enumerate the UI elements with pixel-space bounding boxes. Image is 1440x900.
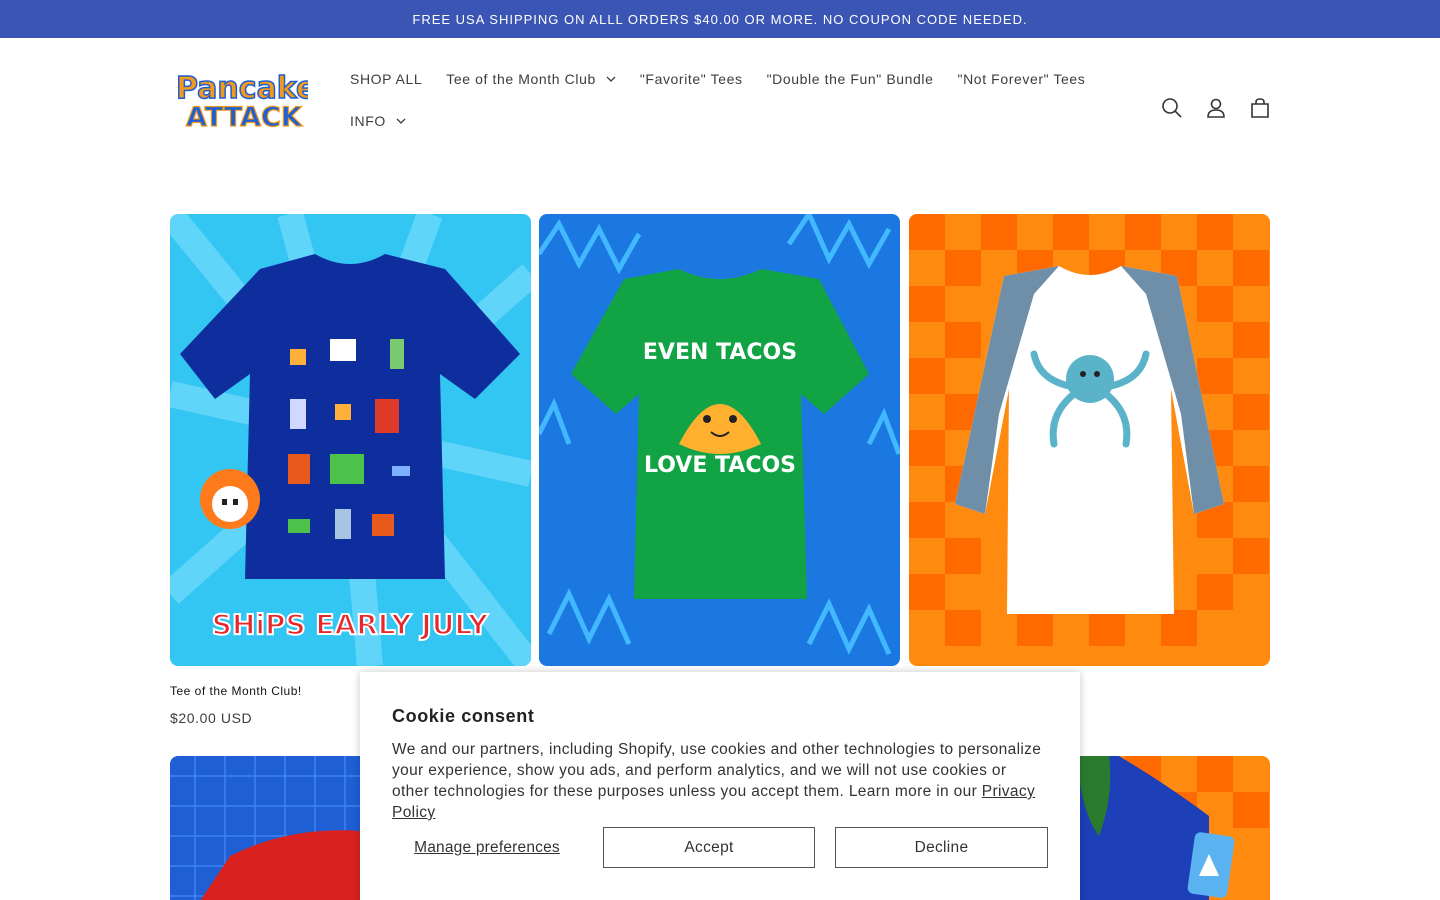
search-icon <box>1162 98 1182 118</box>
nav-row-2: INFO <box>338 100 1078 142</box>
cookie-consent-dialog: Cookie consent We and our partners, incl… <box>360 672 1080 900</box>
account-button[interactable] <box>1194 86 1238 130</box>
cookie-text: We and our partners, including Shopify, … <box>392 741 1042 800</box>
nav-double-the-fun-bundle[interactable]: "Double the Fun" Bundle <box>755 71 946 87</box>
nav-label: "Not Forever" Tees <box>957 71 1086 87</box>
chevron-down-icon <box>606 76 616 82</box>
accept-button[interactable]: Accept <box>603 827 815 868</box>
image-caption: SHiPS EARLY JULY <box>212 608 489 641</box>
cookie-title: Cookie consent <box>392 706 535 726</box>
decline-button[interactable]: Decline <box>835 827 1048 868</box>
nav-favorite-tees[interactable]: "Favorite" Tees <box>628 71 755 87</box>
nav-label: "Favorite" Tees <box>639 71 743 87</box>
tee-image-octopus-raglan <box>909 214 1270 666</box>
announcement-text: FREE USA SHIPPING ON ALLL ORDERS $40.00 … <box>412 12 1028 27</box>
announcement-bar: FREE USA SHIPPING ON ALLL ORDERS $40.00 … <box>0 0 1440 38</box>
cart-icon <box>1251 98 1269 118</box>
nav-info[interactable]: INFO <box>338 113 418 129</box>
tee-image-even-tacos: EVEN TACOS LOVE TACOS <box>539 214 900 666</box>
nav-shop-all[interactable]: SHOP ALL <box>338 71 434 87</box>
cookie-body: We and our partners, including Shopify, … <box>392 739 1048 823</box>
product-image[interactable] <box>909 214 1270 666</box>
nav-label: "Double the Fun" Bundle <box>766 71 934 87</box>
nav-not-forever-tees[interactable]: "Not Forever" Tees <box>946 71 1098 87</box>
header-icons <box>1150 86 1282 130</box>
nav-label: SHOP ALL <box>350 71 423 87</box>
manage-preferences-link[interactable]: Manage preferences <box>392 839 582 857</box>
shirt-text-top: EVEN TACOS <box>643 340 797 365</box>
nav-row-1: SHOP ALL Tee of the Month Club "Favorite… <box>338 58 1085 100</box>
product-card[interactable] <box>909 214 1270 684</box>
product-card[interactable]: EVEN TACOS LOVE TACOS <box>539 214 900 684</box>
nav-label: INFO <box>350 113 386 129</box>
nav-label: Tee of the Month Club <box>446 71 596 87</box>
tee-image-pixel-characters: SHiPS EARLY JULY <box>170 214 531 666</box>
logo-line2: ATTACK <box>186 102 303 130</box>
search-button[interactable] <box>1150 86 1194 130</box>
logo-line1: Pancake <box>176 71 308 106</box>
chevron-down-icon <box>396 118 406 124</box>
cart-button[interactable] <box>1238 86 1282 130</box>
cookie-actions: Manage preferences Accept Decline <box>392 827 1048 868</box>
main-nav: SHOP ALL Tee of the Month Club "Favorite… <box>338 58 1085 142</box>
nav-tee-of-month-club[interactable]: Tee of the Month Club <box>434 71 628 87</box>
product-card[interactable]: SHiPS EARLY JULY Tee of the Month Club! … <box>170 214 531 726</box>
brand-logo[interactable]: Pancake ATTACK <box>172 68 317 133</box>
logo-graphic: Pancake ATTACK <box>175 70 317 133</box>
product-image[interactable]: SHiPS EARLY JULY <box>170 214 531 666</box>
account-icon <box>1207 98 1225 118</box>
shirt-text-bottom: LOVE TACOS <box>644 453 796 478</box>
site-header: Pancake ATTACK SHOP ALL Tee of the Month… <box>0 38 1440 162</box>
product-image[interactable]: EVEN TACOS LOVE TACOS <box>539 214 900 666</box>
